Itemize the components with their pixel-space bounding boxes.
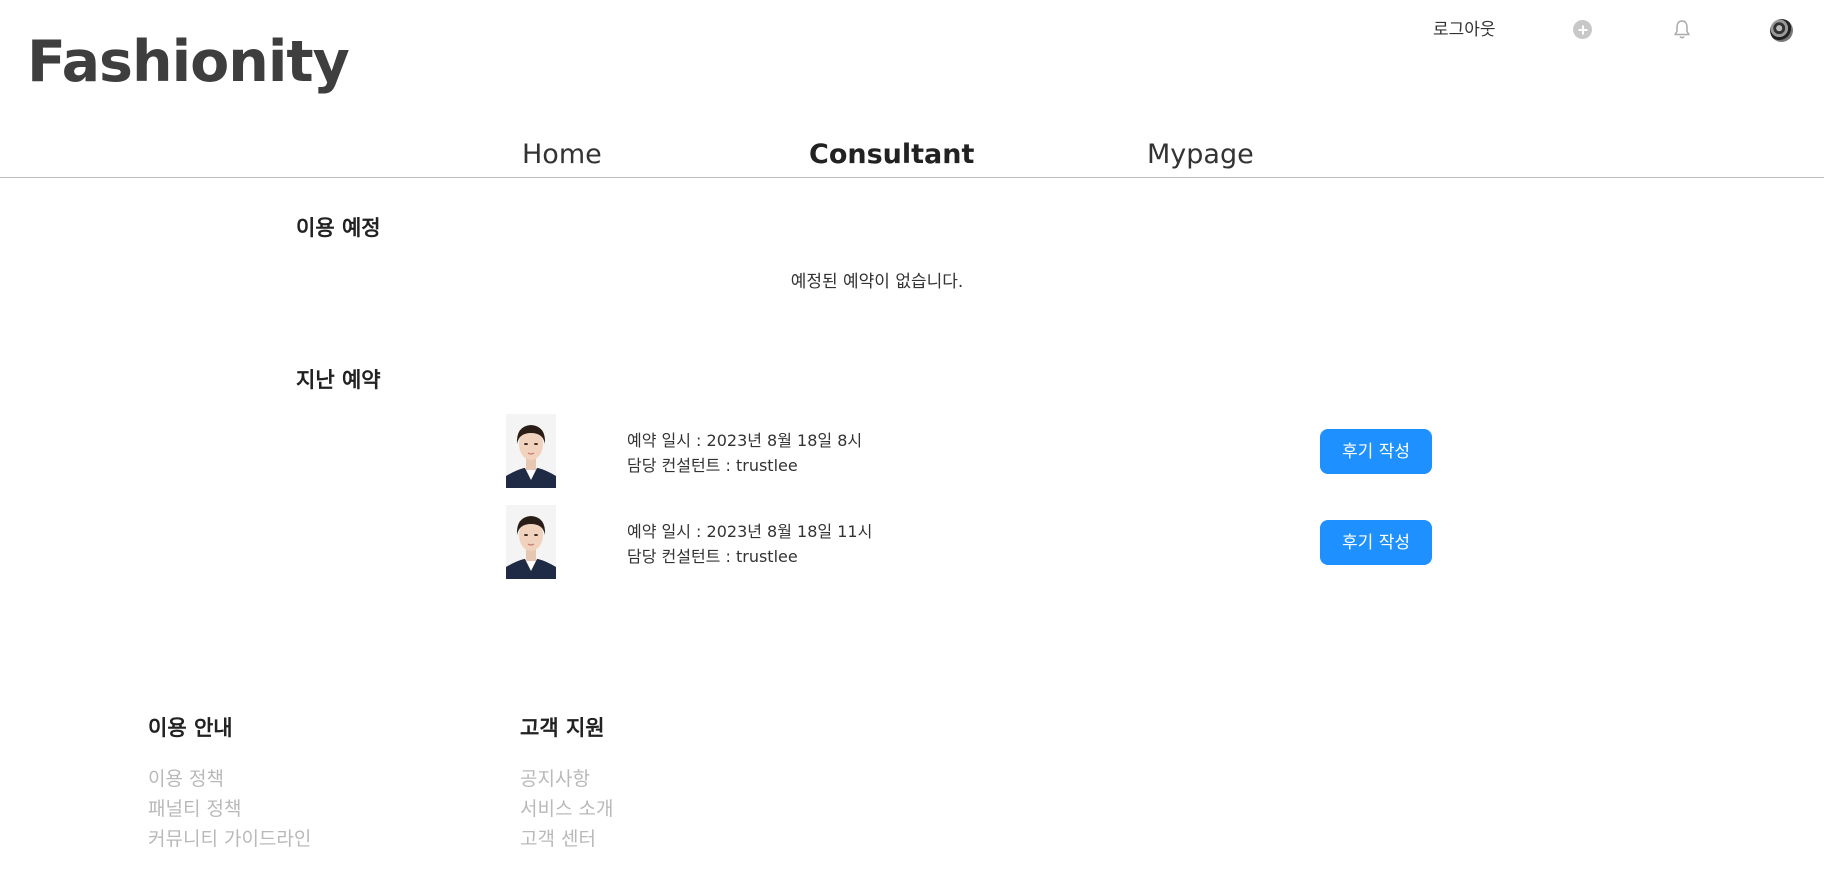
upcoming-empty-message: 예정된 예약이 없습니다. xyxy=(790,272,964,292)
nav-divider xyxy=(0,177,1824,178)
footer-link-penalty[interactable]: 패널티 정책 xyxy=(148,794,311,824)
top-actions: 로그아웃 xyxy=(0,17,1824,43)
page: Fashionity 로그아웃 Home Consultant Mypage 이… xyxy=(0,0,1824,880)
reservation-consultant: 담당 컨설턴트 : trustlee xyxy=(627,456,798,475)
reservation-info: 예약 일시 : 2023년 8월 18일 8시 담당 컨설턴트 : trustl… xyxy=(627,428,862,478)
reservation-datetime: 예약 일시 : 2023년 8월 18일 11시 xyxy=(627,522,873,541)
write-review-button[interactable]: 후기 작성 xyxy=(1320,429,1432,474)
nav-mypage[interactable]: Mypage xyxy=(1147,135,1254,175)
reservation-info: 예약 일시 : 2023년 8월 18일 11시 담당 컨설턴트 : trust… xyxy=(627,519,872,569)
reservation-item: 예약 일시 : 2023년 8월 18일 11시 담당 컨설턴트 : trust… xyxy=(0,503,1824,583)
footer-heading: 고객 지원 xyxy=(520,716,605,740)
plus-circle-icon[interactable] xyxy=(1573,20,1592,39)
avatar[interactable] xyxy=(1770,19,1793,42)
bell-icon[interactable] xyxy=(1672,19,1692,41)
footer-heading: 이용 안내 xyxy=(148,716,233,740)
nav-consultant[interactable]: Consultant xyxy=(809,135,974,175)
logout-link[interactable]: 로그아웃 xyxy=(1433,17,1496,43)
reservation-datetime: 예약 일시 : 2023년 8월 18일 8시 xyxy=(627,431,863,450)
footer-column-guide: 이용 안내 이용 정책 패널티 정책 커뮤니티 가이드라인 xyxy=(148,712,311,854)
main-nav: Home Consultant Mypage xyxy=(0,135,1824,177)
footer-link-about[interactable]: 서비스 소개 xyxy=(520,794,613,824)
upcoming-title: 이용 예정 xyxy=(296,216,381,240)
footer-link-community[interactable]: 커뮤니티 가이드라인 xyxy=(148,824,311,854)
write-review-button[interactable]: 후기 작성 xyxy=(1320,520,1432,565)
footer-link-policy[interactable]: 이용 정책 xyxy=(148,764,311,794)
past-title: 지난 예약 xyxy=(296,368,381,392)
footer-link-notice[interactable]: 공지사항 xyxy=(520,764,613,794)
reservation-item: 예약 일시 : 2023년 8월 18일 8시 담당 컨설턴트 : trustl… xyxy=(0,412,1824,492)
footer-column-support: 고객 지원 공지사항 서비스 소개 고객 센터 xyxy=(520,712,613,854)
consultant-photo xyxy=(506,414,556,488)
consultant-photo xyxy=(506,505,556,579)
nav-home[interactable]: Home xyxy=(522,135,602,175)
reservation-consultant: 담당 컨설턴트 : trustlee xyxy=(627,547,798,566)
footer-link-help-center[interactable]: 고객 센터 xyxy=(520,824,613,854)
